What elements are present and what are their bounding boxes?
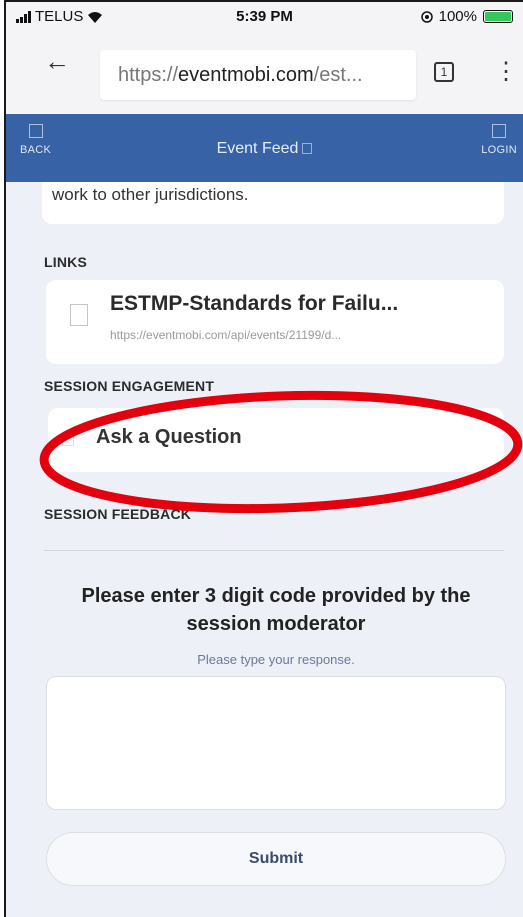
tabs-count-icon[interactable]: 1 — [434, 62, 454, 82]
login-icon — [492, 124, 507, 138]
page-title: Event Feed — [6, 140, 523, 158]
question-icon — [62, 434, 74, 446]
ask-question-button[interactable]: Ask a Question — [48, 408, 504, 472]
link-url: https://eventmobi.com/api/events/21199/d… — [110, 328, 342, 342]
browser-toolbar: ← https://eventmobi.com/est... 1 ⋮ — [6, 32, 523, 114]
more-menu-icon[interactable]: ⋮ — [494, 60, 518, 84]
login-button[interactable]: LOGIN — [481, 124, 517, 156]
back-arrow-icon[interactable]: ← — [44, 48, 70, 74]
document-icon — [70, 304, 88, 326]
status-bar: TELUS 5:39 PM 100% — [6, 2, 523, 32]
link-item[interactable]: ESTMP-Standards for Failu... https://eve… — [46, 280, 504, 364]
response-input[interactable] — [46, 676, 506, 810]
divider — [44, 550, 504, 551]
session-description: work to other jurisdictions. — [42, 182, 504, 224]
battery-icon — [483, 10, 513, 23]
feedback-section-label: SESSION FEEDBACK — [44, 506, 192, 522]
battery-percent: 100% — [438, 8, 477, 25]
engagement-section-label: SESSION ENGAGEMENT — [44, 378, 215, 394]
back-icon — [28, 124, 43, 138]
url-bar[interactable]: https://eventmobi.com/est... — [100, 50, 416, 100]
location-icon — [420, 10, 433, 23]
feedback-prompt: Please enter 3 digit code provided by th… — [81, 585, 471, 635]
phone-screen: TELUS 5:39 PM 100% ← https://eventmobi.c… — [4, 0, 523, 917]
response-hint: Please type your response. — [197, 652, 355, 667]
submit-button[interactable]: Submit — [46, 832, 506, 886]
title-glyph-icon — [302, 143, 313, 155]
link-title: ESTMP-Standards for Failu... — [110, 292, 399, 315]
app-header: BACK Event Feed LOGIN — [6, 114, 523, 182]
ask-question-label: Ask a Question — [96, 426, 242, 448]
links-section-label: LINKS — [44, 254, 87, 270]
